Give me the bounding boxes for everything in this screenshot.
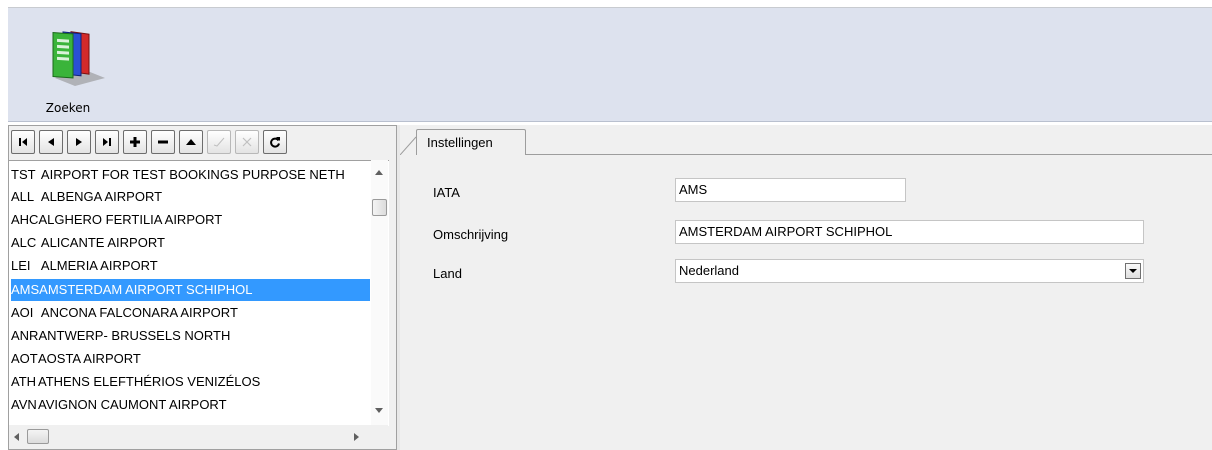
delete-record-button[interactable]: [151, 130, 175, 154]
chevron-down-icon[interactable]: [1125, 263, 1141, 279]
tab-instellingen[interactable]: Instellingen: [416, 129, 526, 155]
list-item[interactable]: AVNAVIGNON CAUMONT AIRPORT: [11, 394, 370, 416]
list-item[interactable]: ALC ALICANTE AIRPORT: [11, 232, 370, 254]
triangle-left-icon: [48, 138, 54, 146]
list-item[interactable]: AOTAOSTA AIRPORT: [11, 348, 370, 370]
vertical-scroll-thumb[interactable]: [372, 199, 387, 216]
last-record-button[interactable]: [95, 130, 119, 154]
list-item[interactable]: AOI ANCONA FALCONARA AIRPORT: [11, 302, 370, 324]
airport-code: ALC: [11, 235, 37, 250]
minus-icon: [158, 140, 168, 144]
airport-code: LEI: [11, 258, 31, 273]
post-record-button[interactable]: [207, 130, 231, 154]
description-label: Omschrijving: [433, 227, 509, 242]
cancel-record-button[interactable]: [235, 130, 259, 154]
iata-label: IATA: [433, 185, 460, 200]
record-list-panel: TST AIRPORT FOR TEST BOOKINGS PURPOSE NE…: [8, 125, 397, 450]
next-record-button[interactable]: [67, 130, 91, 154]
airport-code: AOT: [11, 351, 38, 366]
ribbon-toolbar: Zoeken: [8, 8, 1212, 122]
skip-last-icon: [103, 138, 111, 146]
airport-code: ATH: [11, 374, 37, 389]
scroll-right-arrow-icon[interactable]: [354, 433, 359, 441]
list-item[interactable]: ANRANTWERP- BRUSSELS NORTH: [11, 325, 370, 347]
airport-name: ALBENGA AIRPORT: [40, 189, 163, 204]
airport-name: ALMERIA AIRPORT: [40, 258, 158, 273]
scroll-up-arrow-icon[interactable]: [375, 170, 383, 175]
prior-record-button[interactable]: [39, 130, 63, 154]
triangle-right-icon: [76, 138, 82, 146]
horizontal-scroll-thumb[interactable]: [27, 429, 49, 444]
skip-first-icon: [19, 138, 27, 146]
list-item[interactable]: ALL ALBENGA AIRPORT: [11, 186, 370, 208]
tab-label: Instellingen: [427, 135, 493, 150]
iata-field[interactable]: AMS: [675, 178, 906, 202]
airport-code: ALL: [11, 189, 35, 204]
airport-list[interactable]: TST AIRPORT FOR TEST BOOKINGS PURPOSE NE…: [9, 160, 389, 426]
scroll-left-arrow-icon[interactable]: [14, 433, 19, 441]
refresh-button[interactable]: [263, 130, 287, 154]
airport-name: AMSTERDAM AIRPORT SCHIPHOL: [39, 282, 253, 297]
list-item[interactable]: LEI ALMERIA AIRPORT: [11, 255, 370, 277]
airport-name: ATHENS ELEFTHÉRIOS VENIZÉLOS: [38, 374, 261, 389]
first-record-button[interactable]: [11, 130, 35, 154]
airport-name: ANTWERP- BRUSSELS NORTH: [38, 328, 231, 343]
x-icon: [242, 137, 252, 147]
list-horizontal-scrollbar[interactable]: [9, 425, 371, 449]
plus-icon: [130, 137, 140, 147]
edit-record-button[interactable]: [179, 130, 203, 154]
airport-code: AHC: [11, 212, 39, 227]
triangle-up-icon: [186, 139, 196, 145]
airport-name: AVIGNON CAUMONT AIRPORT: [38, 397, 227, 412]
scrollbar-corner: [371, 425, 388, 449]
list-item-selected[interactable]: AMSAMSTERDAM AIRPORT SCHIPHOL: [11, 279, 370, 301]
country-label: Land: [433, 266, 462, 281]
list-item[interactable]: ATH ATHENS ELEFTHÉRIOS VENIZÉLOS: [11, 371, 370, 393]
airport-name: AOSTA AIRPORT: [38, 351, 141, 366]
tab-content: IATA AMS Omschrijving AMSTERDAM AIRPORT …: [400, 155, 1212, 450]
airport-code: ANR: [11, 328, 39, 343]
airport-name: ALICANTE AIRPORT: [40, 235, 165, 250]
list-item[interactable]: TST AIRPORT FOR TEST BOOKINGS PURPOSE NE…: [11, 164, 370, 186]
detail-panel: Instellingen IATA AMS Omschrijving AMSTE…: [400, 125, 1212, 450]
search-button[interactable]: Zoeken: [36, 16, 105, 118]
airport-code: AVN: [11, 397, 37, 412]
list-item[interactable]: AHCALGHERO FERTILIA AIRPORT: [11, 209, 370, 231]
checkmark-icon: [213, 137, 225, 147]
airport-code: TST: [11, 167, 36, 182]
search-button-label: Zoeken: [45, 101, 91, 115]
insert-record-button[interactable]: [123, 130, 147, 154]
list-vertical-scrollbar[interactable]: [371, 160, 388, 425]
airport-name: ALGHERO FERTILIA AIRPORT: [38, 212, 223, 227]
country-select[interactable]: Nederland: [675, 259, 1144, 283]
country-select-value: Nederland: [679, 263, 739, 278]
airport-code: AMS: [11, 282, 40, 297]
colored-cards-icon: [52, 31, 105, 86]
airport-name: AIRPORT FOR TEST BOOKINGS PURPOSE NETH: [40, 167, 345, 182]
description-field[interactable]: AMSTERDAM AIRPORT SCHIPHOL: [675, 220, 1144, 244]
refresh-icon: [270, 137, 280, 148]
airport-name: ANCONA FALCONARA AIRPORT: [40, 305, 238, 320]
scroll-down-arrow-icon[interactable]: [375, 408, 383, 413]
airport-code: AOI: [11, 305, 34, 320]
